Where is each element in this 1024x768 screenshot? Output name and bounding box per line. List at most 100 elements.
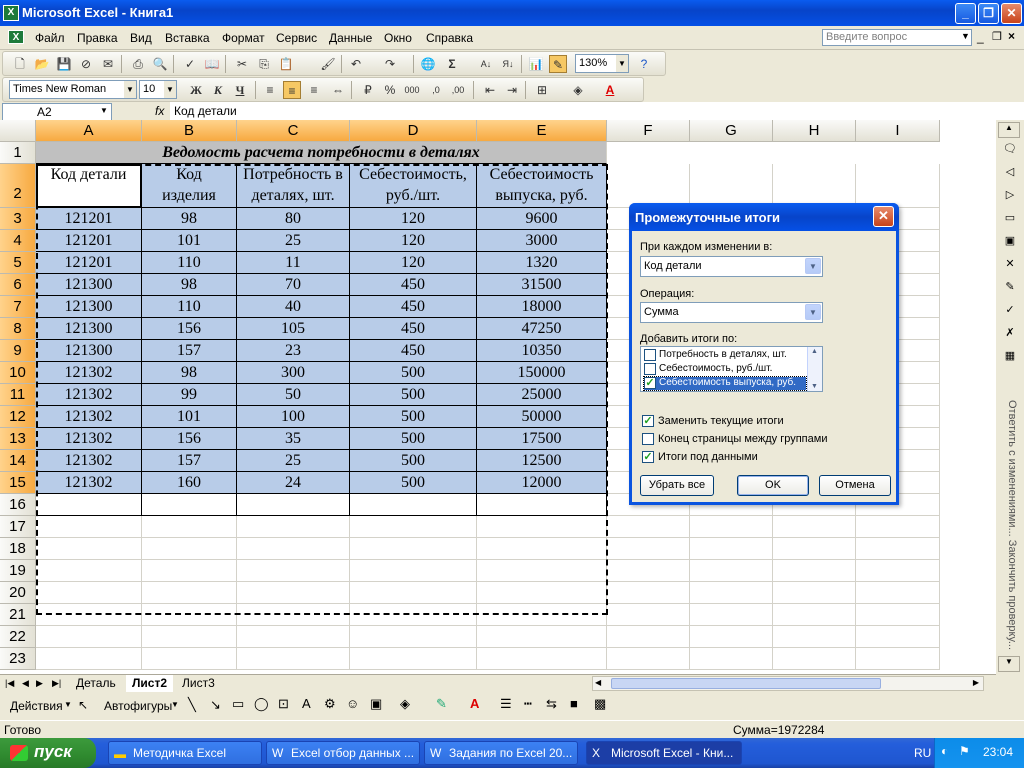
add-subtotal-list[interactable]: Потребность в деталях, шт. Себестоимость… xyxy=(640,346,823,392)
task-metodichka[interactable]: ▬ Методичка Excel xyxy=(108,741,262,765)
menu-view[interactable]: Вид xyxy=(130,31,152,45)
grid-cell[interactable] xyxy=(690,560,773,582)
table-cell[interactable]: 500 xyxy=(350,384,477,406)
draw-actions-menu[interactable]: Действия xyxy=(10,699,63,713)
track-changes-icon[interactable]: ✎ xyxy=(1002,280,1018,294)
header-cell-a[interactable]: Код детали xyxy=(36,164,142,208)
reject-change-icon[interactable]: ✗ xyxy=(1002,326,1018,340)
column-header-g[interactable]: G xyxy=(690,120,773,142)
column-header-e[interactable]: E xyxy=(477,120,607,142)
grid-cell[interactable] xyxy=(477,516,607,538)
column-header-h[interactable]: H xyxy=(773,120,856,142)
grid-cell[interactable] xyxy=(856,626,940,648)
minimize-button[interactable]: _ xyxy=(955,3,976,24)
table-cell[interactable]: 500 xyxy=(350,450,477,472)
row-header-14[interactable]: 14 xyxy=(0,450,36,472)
menu-data[interactable]: Данные xyxy=(329,31,372,45)
table-cell[interactable]: 31500 xyxy=(477,274,607,296)
grid-cell[interactable] xyxy=(237,538,350,560)
name-box[interactable]: A2 xyxy=(2,103,112,121)
column-header-a[interactable]: A xyxy=(36,120,142,142)
row-header-2[interactable]: 2 xyxy=(0,164,36,208)
table-cell[interactable]: 450 xyxy=(350,318,477,340)
fill-color-icon[interactable]: ◈ xyxy=(400,696,410,712)
line-color-icon[interactable]: ✎ xyxy=(436,696,447,712)
row-header-7[interactable]: 7 xyxy=(0,296,36,318)
grid-cell[interactable] xyxy=(773,626,856,648)
row-header-11[interactable]: 11 xyxy=(0,384,36,406)
column-header-f[interactable]: F xyxy=(607,120,690,142)
column-header-d[interactable]: D xyxy=(350,120,477,142)
header-cell-c[interactable]: Потребность в деталях, шт. xyxy=(237,164,350,208)
help-icon[interactable]: ? xyxy=(635,55,653,73)
italic-icon[interactable]: К xyxy=(209,81,227,99)
borders-icon[interactable]: ⊞ xyxy=(533,81,551,99)
row-header-8[interactable]: 8 xyxy=(0,318,36,340)
grid-cell[interactable] xyxy=(477,538,607,560)
row-header-15[interactable]: 15 xyxy=(0,472,36,494)
language-indicator[interactable]: RU xyxy=(914,746,931,760)
table-cell[interactable]: 121300 xyxy=(36,340,142,362)
table-cell[interactable]: 121201 xyxy=(36,208,142,230)
grid-cell[interactable] xyxy=(607,648,690,670)
group-by-select[interactable]: Код детали ▼ xyxy=(640,256,823,277)
grid-cell[interactable] xyxy=(773,604,856,626)
table-cell[interactable]: 10350 xyxy=(477,340,607,362)
arrow-icon[interactable]: ↘ xyxy=(210,697,221,713)
grid-cell[interactable] xyxy=(690,648,773,670)
table-cell[interactable]: 12000 xyxy=(477,472,607,494)
table-cell[interactable]: 18000 xyxy=(477,296,607,318)
table-cell[interactable]: 98 xyxy=(142,208,237,230)
grid-cell[interactable] xyxy=(142,604,237,626)
grid-cell[interactable] xyxy=(690,582,773,604)
percent-icon[interactable]: % xyxy=(381,81,399,99)
table-cell[interactable]: 12500 xyxy=(477,450,607,472)
horizontal-scrollbar[interactable]: ◀ ▶ xyxy=(592,676,984,691)
align-right-icon[interactable]: ≡ xyxy=(305,81,323,99)
grid-cell[interactable] xyxy=(142,582,237,604)
grid-cell[interactable] xyxy=(773,164,856,208)
menu-insert[interactable]: Вставка xyxy=(165,31,210,45)
table-cell[interactable]: 17500 xyxy=(477,428,607,450)
table-cell[interactable]: 450 xyxy=(350,296,477,318)
fill-color-icon[interactable]: ◈ xyxy=(569,81,587,99)
grid-cell[interactable] xyxy=(237,626,350,648)
shadow-icon[interactable]: ■ xyxy=(570,696,578,711)
print-icon[interactable]: ⎙ xyxy=(129,55,147,73)
tab-list2[interactable]: Лист2 xyxy=(126,675,174,692)
table-cell[interactable]: 23 xyxy=(237,340,350,362)
row-header-3[interactable]: 3 xyxy=(0,208,36,230)
new-icon[interactable]: 🗋 xyxy=(11,55,29,73)
scroll-left-icon[interactable]: ◀ xyxy=(595,678,601,687)
prev-sheet-icon[interactable]: ◀ xyxy=(22,678,29,689)
menu-format[interactable]: Формат xyxy=(222,31,265,45)
row-header-18[interactable]: 18 xyxy=(0,538,36,560)
grid-cell[interactable] xyxy=(607,626,690,648)
list-item[interactable]: ✓ Себестоимость выпуска, руб. xyxy=(643,376,807,391)
table-cell[interactable]: 50 xyxy=(237,384,350,406)
sort-ascending-icon[interactable]: A↓ xyxy=(477,55,495,73)
thousands-icon[interactable]: 000 xyxy=(403,81,421,99)
doc-minimize-button[interactable]: _ xyxy=(977,30,984,44)
row-header-16[interactable]: 16 xyxy=(0,494,36,516)
select-all-corner[interactable] xyxy=(0,120,36,142)
select-objects-icon[interactable]: ↖ xyxy=(78,698,88,712)
row-header-13[interactable]: 13 xyxy=(0,428,36,450)
dialog-close-button[interactable]: ✕ xyxy=(873,206,894,227)
tab-detal[interactable]: Деталь xyxy=(70,675,122,692)
grid-cell[interactable] xyxy=(773,560,856,582)
column-header-b[interactable]: B xyxy=(142,120,237,142)
highlight-icon[interactable]: ▦ xyxy=(1002,349,1018,363)
table-cell[interactable]: 110 xyxy=(142,296,237,318)
grid-cell[interactable] xyxy=(477,582,607,604)
restore-button[interactable]: ❐ xyxy=(978,3,999,24)
row-header-22[interactable]: 22 xyxy=(0,626,36,648)
grid-cell[interactable] xyxy=(237,582,350,604)
next-comment-icon[interactable]: ▷ xyxy=(1002,188,1018,202)
table-cell[interactable]: 70 xyxy=(237,274,350,296)
header-cell-d[interactable]: Себестоимость, руб./шт. xyxy=(350,164,477,208)
grid-cell[interactable] xyxy=(477,626,607,648)
grid-cell[interactable] xyxy=(690,626,773,648)
table-cell[interactable]: 25000 xyxy=(477,384,607,406)
list-item[interactable]: Потребность в деталях, шт. xyxy=(644,349,806,362)
